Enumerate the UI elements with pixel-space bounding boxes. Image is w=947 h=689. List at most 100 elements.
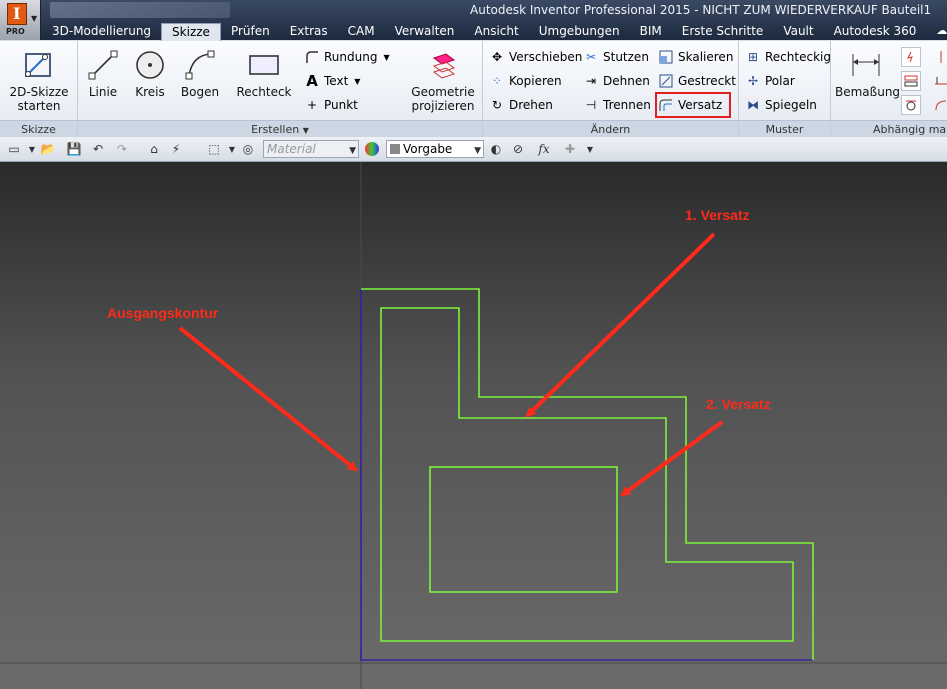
gestreckt-button[interactable]: Gestreckt bbox=[658, 71, 736, 91]
text-button[interactable]: A Text ▼ bbox=[304, 71, 360, 91]
panel-title-erstellen[interactable]: Erstellen ▼ bbox=[78, 120, 482, 137]
skalieren-label: Skalieren bbox=[678, 50, 734, 64]
plus-icon[interactable]: ✚ bbox=[562, 141, 578, 157]
linie-button[interactable]: Linie bbox=[84, 47, 122, 99]
erstellen-title-text: Erstellen bbox=[251, 123, 300, 136]
polar-label: Polar bbox=[765, 74, 795, 88]
adjust-appearance-icon[interactable]: ◐ bbox=[488, 141, 504, 157]
constraint-parallel-icon[interactable] bbox=[901, 71, 921, 91]
color-wheel-icon[interactable] bbox=[364, 141, 380, 157]
punkt-label: Punkt bbox=[324, 98, 358, 112]
clear-appearance-icon[interactable]: ⊘ bbox=[510, 141, 526, 157]
verschieben-button[interactable]: ✥ Verschieben bbox=[489, 47, 582, 67]
original-contour[interactable] bbox=[360, 289, 813, 661]
trennen-button[interactable]: ⊣ Trennen bbox=[583, 95, 651, 115]
text-label: Text bbox=[324, 74, 349, 88]
tab-bim[interactable]: BIM bbox=[630, 23, 672, 41]
chevron-down-icon[interactable]: ▼ bbox=[24, 141, 40, 157]
polar-button[interactable]: ✢ Polar bbox=[745, 71, 795, 91]
tab-vault[interactable]: Vault bbox=[773, 23, 823, 41]
vorgabe-value: Vorgabe bbox=[403, 142, 453, 156]
punkt-button[interactable]: + Punkt bbox=[304, 95, 358, 115]
appearance-icon[interactable]: ◎ bbox=[240, 141, 256, 157]
2d-skizze-starten-button[interactable]: 2D-Skizze starten bbox=[6, 47, 72, 113]
tab-extras[interactable]: Extras bbox=[280, 23, 338, 41]
scale-icon bbox=[658, 49, 674, 65]
home-icon[interactable]: ⌂ bbox=[146, 141, 162, 157]
cloud-menu-icon[interactable]: ☁ ▾ bbox=[926, 23, 947, 50]
constraint-vertical-icon[interactable] bbox=[931, 47, 947, 67]
update-icon[interactable]: ⚡ bbox=[168, 141, 184, 157]
panel-title-abhaengig: Abhängig ma bbox=[831, 120, 947, 137]
bogen-label: Bogen bbox=[180, 85, 220, 99]
rundung-button[interactable]: Rundung ▼ bbox=[304, 47, 390, 67]
rotate-icon: ↻ bbox=[491, 98, 503, 112]
panel-title-skizze: Skizze bbox=[0, 120, 77, 137]
dehnen-label: Dehnen bbox=[603, 74, 650, 88]
constraint-tangent-icon[interactable] bbox=[901, 95, 921, 115]
line-icon bbox=[84, 47, 122, 83]
new-file-icon[interactable]: ▭ bbox=[6, 141, 22, 157]
spiegeln-button[interactable]: ⧓ Spiegeln bbox=[745, 95, 817, 115]
undo-icon[interactable]: ↶ bbox=[90, 141, 106, 157]
application-menu-button[interactable]: PRO ▼ bbox=[0, 0, 41, 40]
panel-muster: ⊞ Rechteckig ✢ Polar ⧓ Spiegeln Muster bbox=[739, 41, 831, 137]
chevron-down-icon[interactable]: ▼ bbox=[582, 141, 598, 157]
versatz-button[interactable]: Versatz bbox=[654, 92, 732, 118]
rechteck-label: Rechteck bbox=[236, 85, 292, 99]
arrow-versatz-1 bbox=[525, 232, 716, 418]
tab-prüfen[interactable]: Prüfen bbox=[221, 23, 280, 41]
sketch-canvas bbox=[0, 162, 947, 689]
kopieren-button[interactable]: ⁘ Kopieren bbox=[489, 71, 562, 91]
trennen-label: Trennen bbox=[603, 98, 651, 112]
tab-erste-schritte[interactable]: Erste Schritte bbox=[672, 23, 774, 41]
panel-title-muster: Muster bbox=[739, 120, 830, 137]
bogen-button[interactable]: Bogen bbox=[178, 47, 222, 99]
select-icon[interactable]: ⬚ bbox=[206, 141, 222, 157]
skalieren-button[interactable]: Skalieren bbox=[658, 47, 733, 67]
ribbon: 2D-Skizze starten Skizze Linie Kreis Bog… bbox=[0, 41, 947, 137]
tab-skizze[interactable]: Skizze bbox=[161, 23, 221, 41]
tab-cam[interactable]: CAM bbox=[338, 23, 385, 41]
graphics-window[interactable]: 1. Versatz 2. Versatz Ausgangskontur bbox=[0, 162, 947, 689]
kreis-button[interactable]: Kreis bbox=[130, 47, 170, 99]
stutzen-button[interactable]: ✂ Stutzen bbox=[583, 47, 649, 67]
inner-rectangle[interactable] bbox=[429, 466, 618, 593]
save-icon[interactable]: 💾 bbox=[66, 141, 82, 157]
panel-aendern: ✥ Verschieben ⁘ Kopieren ↻ Drehen ✂ Stut… bbox=[483, 41, 739, 137]
constraint-coincident-icon[interactable] bbox=[901, 47, 921, 67]
rechteckig-button[interactable]: ⊞ Rechteckig bbox=[745, 47, 831, 67]
offset-icon bbox=[658, 97, 674, 113]
tab-umgebungen[interactable]: Umgebungen bbox=[529, 23, 630, 41]
rechteckig-label: Rechteckig bbox=[765, 50, 831, 64]
split-icon: ⊣ bbox=[585, 98, 597, 112]
fx-parameters-icon[interactable]: fx bbox=[536, 141, 552, 157]
tab-autodesk-360[interactable]: Autodesk 360 bbox=[824, 23, 927, 41]
kopieren-label: Kopieren bbox=[509, 74, 562, 88]
rechteck-button[interactable]: Rechteck bbox=[234, 47, 294, 99]
redo-icon[interactable]: ↷ bbox=[114, 141, 130, 157]
quick-access-toolbar[interactable] bbox=[50, 2, 230, 18]
tab-3d-modellierung[interactable]: 3D-Modellierung bbox=[42, 23, 161, 41]
constraint-smooth-icon[interactable] bbox=[931, 95, 947, 115]
material-dropdown[interactable]: Material ▼ bbox=[263, 140, 359, 158]
tab-ansicht[interactable]: Ansicht bbox=[464, 23, 528, 41]
tab-verwalten[interactable]: Verwalten bbox=[385, 23, 465, 41]
drehen-button[interactable]: ↻ Drehen bbox=[489, 95, 553, 115]
bemassung-button[interactable]: Bemaßung bbox=[835, 47, 900, 99]
offset-contour-1-outer[interactable] bbox=[361, 288, 814, 660]
arc-icon bbox=[178, 47, 222, 83]
rectangle-icon bbox=[234, 47, 294, 83]
title-bar: PRO ▼ Autodesk Inventor Professional 201… bbox=[0, 0, 947, 50]
material-placeholder: Material bbox=[267, 142, 316, 156]
fillet-icon bbox=[304, 49, 320, 65]
circle-icon bbox=[130, 47, 170, 83]
geometrie-projizieren-button[interactable]: Geometrie projizieren bbox=[408, 47, 478, 113]
chevron-down-icon[interactable]: ▼ bbox=[224, 141, 240, 157]
dehnen-button[interactable]: ⇥ Dehnen bbox=[583, 71, 650, 91]
panel-title-aendern: Ändern bbox=[483, 120, 738, 137]
appearance-dropdown[interactable]: Vorgabe ▼ bbox=[386, 140, 484, 158]
open-folder-icon[interactable]: 📂 bbox=[40, 141, 56, 157]
arrow-ausgangskontur bbox=[178, 326, 358, 472]
constraint-horizontal-icon[interactable] bbox=[931, 71, 947, 91]
